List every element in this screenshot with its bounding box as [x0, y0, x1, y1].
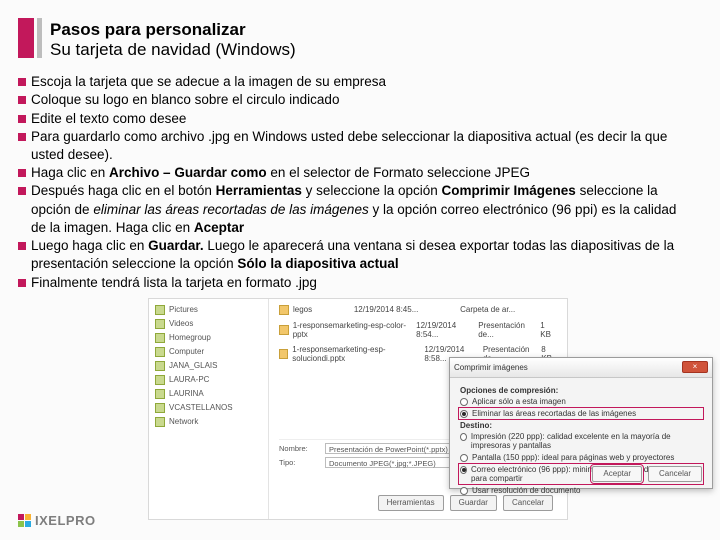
bullet-square-icon — [18, 96, 26, 104]
bullet: Finalmente tendrá lista la tarjeta en fo… — [18, 274, 688, 292]
folder-icon — [155, 403, 165, 413]
dialog-section: Opciones de compresión: — [460, 386, 702, 395]
sidebar-item[interactable]: Videos — [155, 319, 262, 329]
file-icon — [279, 325, 289, 335]
bullet: Escoja la tarjeta que se adecue a la ima… — [18, 73, 688, 91]
sidebar-item[interactable]: Network — [155, 417, 262, 427]
checkbox-option[interactable]: Aplicar sólo a esta imagen — [460, 397, 702, 406]
dialog-title: Comprimir imágenes — [454, 363, 528, 372]
sidebar-item[interactable]: JANA_GLAIS — [155, 361, 262, 371]
accent-bar — [18, 18, 34, 58]
bullet-square-icon — [18, 169, 26, 177]
title-line2: Su tarjeta de navidad (Windows) — [50, 40, 296, 60]
bullet: Después haga clic en el botón Herramient… — [18, 182, 688, 237]
bullet: Coloque su logo en blanco sobre el circu… — [18, 91, 688, 109]
radio-docres[interactable]: Usar resolución de documento — [460, 486, 702, 495]
folder-icon — [155, 333, 165, 343]
file-icon — [279, 305, 289, 315]
bullet-text: Finalmente tendrá lista la tarjeta en fo… — [31, 274, 688, 292]
folder-icon — [155, 417, 165, 427]
logo: IXELPRO — [18, 513, 96, 528]
field-label: Tipo: — [279, 458, 325, 467]
folder-icon — [155, 361, 165, 371]
folder-icon — [155, 347, 165, 357]
sidebar-item[interactable]: Homegroup — [155, 333, 262, 343]
folder-icon — [155, 375, 165, 385]
bullet: Edite el texto como desee — [18, 110, 688, 128]
bullet-text: Escoja la tarjeta que se adecue a la ima… — [31, 73, 688, 91]
ok-button[interactable]: Aceptar — [592, 466, 642, 482]
field-label: Nombre: — [279, 444, 325, 453]
bullet-text: Luego haga clic en Guardar. Luego le apa… — [31, 237, 688, 273]
bullet: Haga clic en Archivo – Guardar como en e… — [18, 164, 688, 182]
folder-icon — [155, 305, 165, 315]
bullet-text: Después haga clic en el botón Herramient… — [31, 182, 688, 237]
accent-bar-grey — [37, 18, 42, 58]
file-icon — [279, 349, 288, 359]
close-icon[interactable]: × — [682, 361, 708, 373]
compress-images-dialog: Comprimir imágenes × Opciones de compres… — [449, 357, 713, 489]
tools-button[interactable]: Herramientas — [378, 495, 444, 511]
logo-text: IXELPRO — [35, 513, 96, 528]
sidebar-item[interactable]: Computer — [155, 347, 262, 357]
dialog-section: Destino: — [460, 421, 702, 430]
bullet: Luego haga clic en Guardar. Luego le apa… — [18, 237, 688, 273]
bullet-square-icon — [18, 115, 26, 123]
bullet-square-icon — [18, 242, 26, 250]
sidebar-item[interactable]: Pictures — [155, 305, 262, 315]
bullet-text: Haga clic en Archivo – Guardar como en e… — [31, 164, 688, 182]
bullet-square-icon — [18, 78, 26, 86]
bullet: Para guardarlo como archivo .jpg en Wind… — [18, 128, 688, 164]
sidebar-item[interactable]: LAURINA — [155, 389, 262, 399]
bullet-text: Para guardarlo como archivo .jpg en Wind… — [31, 128, 688, 164]
cancel-button[interactable]: Cancelar — [648, 466, 702, 482]
folder-icon — [155, 319, 165, 329]
checkbox-option-delete-cropped[interactable]: Eliminar las áreas recortadas de las imá… — [460, 409, 702, 418]
bullet-square-icon — [18, 187, 26, 195]
bullet-text: Coloque su logo en blanco sobre el circu… — [31, 91, 688, 109]
bullet-text: Edite el texto como desee — [31, 110, 688, 128]
radio-screen[interactable]: Pantalla (150 ppp): ideal para páginas w… — [460, 453, 702, 462]
file-row[interactable]: legos12/19/2014 8:45...Carpeta de ar... — [279, 305, 557, 315]
file-row[interactable]: 1-responsemarketing-esp-color-pptx12/19/… — [279, 321, 557, 339]
sidebar-item[interactable]: VCASTELLANOS — [155, 403, 262, 413]
logo-grid-icon — [18, 514, 31, 527]
header: Pasos para personalizar Su tarjeta de na… — [18, 18, 688, 59]
save-dialog-screenshot: Pictures Videos Homegroup Computer JANA_GLAI… — [148, 298, 568, 520]
sidebar-item[interactable]: LAURA-PC — [155, 375, 262, 385]
folder-icon — [155, 389, 165, 399]
title-line1: Pasos para personalizar — [50, 20, 296, 40]
explorer-sidebar: Pictures Videos Homegroup Computer JANA_GLAI… — [149, 299, 269, 519]
bullet-square-icon — [18, 133, 26, 141]
bullet-list: Escoja la tarjeta que se adecue a la ima… — [18, 73, 688, 292]
bullet-square-icon — [18, 279, 26, 287]
radio-print[interactable]: Impresión (220 ppp): calidad excelente e… — [460, 432, 702, 450]
